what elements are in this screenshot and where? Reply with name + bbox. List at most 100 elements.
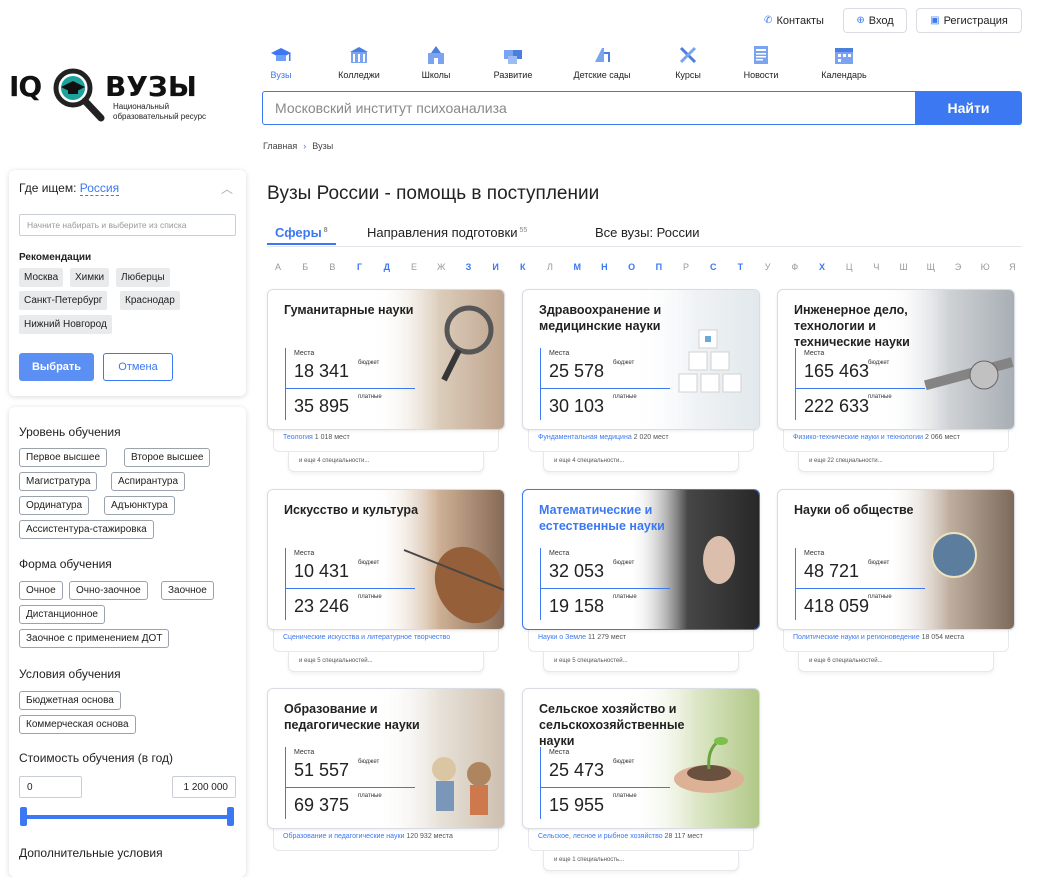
tab-all-universities[interactable]: Все вузы: России bbox=[595, 225, 700, 240]
card-specialty[interactable]: Теология 1 018 мест bbox=[273, 430, 499, 452]
specialty-link[interactable]: Политические науки и регионоведение bbox=[793, 634, 920, 641]
cost-min-input[interactable]: 0 bbox=[19, 776, 82, 798]
paid-label: платные bbox=[868, 594, 892, 600]
page-title: Вузы России - помощь в поступлении bbox=[267, 183, 600, 204]
alphabet-letter[interactable]: И bbox=[489, 262, 503, 272]
alphabet-letter[interactable]: О bbox=[625, 262, 639, 272]
specialty-link[interactable]: Науки о Земле bbox=[538, 634, 586, 641]
nav-label: Вузы bbox=[270, 70, 292, 80]
condition-chip[interactable]: Коммерческая основа bbox=[19, 715, 136, 734]
cancel-button[interactable]: Отмена bbox=[103, 353, 173, 381]
form-chip[interactable]: Заочное с применением ДОТ bbox=[19, 629, 170, 648]
level-chip[interactable]: Магистратура bbox=[19, 472, 98, 491]
card-specialty[interactable]: Сценические искусства и литературное тво… bbox=[273, 630, 499, 652]
specialty-link[interactable]: Сельское, лесное и рыбное хозяйство bbox=[538, 833, 663, 840]
sphere-card[interactable]: Образование и педагогические науки Места 5… bbox=[267, 688, 505, 829]
more-specialties[interactable]: и еще 5 специальностей... bbox=[288, 652, 484, 672]
nav-item-1[interactable]: Колледжи bbox=[335, 44, 383, 86]
login-button[interactable]: ⊕ Вход bbox=[843, 8, 907, 33]
search-button[interactable]: Найти bbox=[915, 91, 1022, 125]
card-specialty[interactable]: Физико-технические науки и технологии 2 … bbox=[783, 430, 1009, 452]
level-chip[interactable]: Второе высшее bbox=[124, 448, 211, 467]
sphere-card[interactable]: Инженерное дело, технологии и технически… bbox=[777, 289, 1015, 430]
alphabet-letter[interactable]: З bbox=[461, 262, 475, 272]
card-specialty[interactable]: Фундаментальная медицина 2 020 мест bbox=[528, 430, 754, 452]
card-specialty[interactable]: Сельское, лесное и рыбное хозяйство 28 1… bbox=[528, 829, 754, 851]
alphabet-letter[interactable]: Н bbox=[597, 262, 611, 272]
rec-chip[interactable]: Санкт-Петербург bbox=[19, 291, 108, 310]
nav-item-0[interactable]: Вузы bbox=[264, 44, 298, 86]
alphabet-letter[interactable]: Д bbox=[380, 262, 394, 272]
nav-item-2[interactable]: Школы bbox=[419, 44, 453, 86]
level-chip[interactable]: Адъюнктура bbox=[104, 496, 175, 515]
places-label: Места bbox=[549, 749, 570, 756]
location-search-input[interactable]: Начните набирать и выберите из списка bbox=[19, 214, 236, 236]
sphere-card[interactable]: Здравоохранение и медицинские науки Места… bbox=[522, 289, 760, 430]
level-chip[interactable]: Ординатура bbox=[19, 496, 90, 515]
rec-chip[interactable]: Москва bbox=[19, 268, 64, 287]
nav-item-6[interactable]: Новости bbox=[742, 44, 780, 86]
form-chip[interactable]: Очное bbox=[19, 581, 63, 600]
nav-item-4[interactable]: Детские сады bbox=[570, 44, 634, 86]
more-specialties[interactable]: и еще 1 специальность... bbox=[543, 851, 739, 871]
more-specialties[interactable]: и еще 22 специальности... bbox=[798, 452, 994, 472]
contacts-link[interactable]: ✆ Контакты bbox=[752, 8, 836, 33]
alphabet-letter[interactable]: К bbox=[516, 262, 530, 272]
nav-item-3[interactable]: Развитие bbox=[492, 44, 534, 86]
rec-chip[interactable]: Люберцы bbox=[116, 268, 170, 287]
specialty-link[interactable]: Теология bbox=[283, 434, 313, 441]
sphere-card[interactable]: Сельское хозяйство и сельскохозяйственны… bbox=[522, 688, 760, 829]
alphabet-letter[interactable]: С bbox=[706, 262, 720, 272]
specialty-link[interactable]: Сценические искусства и литературное тво… bbox=[283, 634, 450, 641]
sphere-card[interactable]: Науки об обществе Места 48 721 бюджет 418 05… bbox=[777, 489, 1015, 630]
more-specialties[interactable]: и еще 4 специальности... bbox=[288, 452, 484, 472]
alphabet-letter[interactable]: Х bbox=[815, 262, 829, 272]
level-chip[interactable]: Первое высшее bbox=[19, 448, 108, 467]
more-specialties[interactable]: и еще 5 специальностей... bbox=[543, 652, 739, 672]
form-chip[interactable]: Заочное bbox=[161, 581, 214, 600]
specialty-link[interactable]: Фундаментальная медицина bbox=[538, 434, 632, 441]
select-button[interactable]: Выбрать bbox=[19, 353, 94, 381]
rec-chip[interactable]: Химки bbox=[70, 268, 110, 287]
nav-item-5[interactable]: Курсы bbox=[672, 44, 704, 86]
sphere-card[interactable]: Искусство и культура Места 10 431 бюджет 23 … bbox=[267, 489, 505, 630]
level-chip[interactable]: Ассистентура-стажировка bbox=[19, 520, 154, 539]
cost-slider-max-handle[interactable] bbox=[227, 807, 234, 826]
paid-label: платные bbox=[613, 594, 637, 600]
alphabet-letter[interactable]: Г bbox=[353, 262, 367, 272]
condition-chip[interactable]: Бюджетная основа bbox=[19, 691, 121, 710]
level-chip[interactable]: Аспирантура bbox=[111, 472, 186, 491]
specialty-link[interactable]: Физико-технические науки и технологии bbox=[793, 434, 923, 441]
specialty-link[interactable]: Образование и педагогические науки bbox=[283, 833, 404, 840]
cost-slider-track[interactable] bbox=[23, 815, 233, 819]
site-logo[interactable]: IQ ВУЗЫ Национальный образовательный рес… bbox=[9, 64, 219, 124]
form-chip[interactable]: Очно-заочное bbox=[69, 581, 148, 600]
alphabet-letter[interactable]: М bbox=[570, 262, 584, 272]
nav-item-7[interactable]: Календарь bbox=[819, 44, 869, 86]
card-specialty[interactable]: Политические науки и регионоведение 18 0… bbox=[783, 630, 1009, 652]
playground-icon bbox=[595, 48, 610, 62]
alphabet-letter[interactable]: Т bbox=[733, 262, 747, 272]
register-button[interactable]: ▣ Регистрация bbox=[916, 8, 1022, 33]
sphere-card[interactable]: Математические и естественные науки Места… bbox=[522, 489, 760, 630]
alphabet-letter[interactable]: П bbox=[652, 262, 666, 272]
breadcrumb-home[interactable]: Главная bbox=[263, 141, 297, 151]
rec-chip[interactable]: Краснодар bbox=[120, 291, 180, 310]
more-specialties[interactable]: и еще 4 специальности... bbox=[543, 452, 739, 472]
cost-slider-min-handle[interactable] bbox=[20, 807, 27, 826]
recommendations-title: Рекомендации bbox=[19, 252, 92, 263]
location-value[interactable]: Россия bbox=[79, 181, 120, 196]
card-specialty[interactable]: Науки о Земле 11 279 мест bbox=[528, 630, 754, 652]
tab-directions[interactable]: Направления подготовки 55 bbox=[367, 225, 527, 240]
chevron-up-icon[interactable]: ︿ bbox=[221, 180, 233, 197]
search-input[interactable]: Московский институт психоанализа bbox=[262, 91, 916, 125]
tab-spheres[interactable]: Сферы 8 bbox=[267, 225, 336, 245]
sphere-card[interactable]: Гуманитарные науки Места 18 341 бюджет 35 89… bbox=[267, 289, 505, 430]
rec-chip[interactable]: Нижний Новгород bbox=[19, 315, 112, 334]
card-specialty[interactable]: Образование и педагогические науки 120 9… bbox=[273, 829, 499, 851]
alphabet-letter: Ж bbox=[437, 262, 446, 272]
more-specialties[interactable]: и еще 6 специальностей... bbox=[798, 652, 994, 672]
budget-count: 165 463 bbox=[804, 361, 870, 381]
cost-max-input[interactable]: 1 200 000 bbox=[172, 776, 236, 798]
form-chip[interactable]: Дистанционное bbox=[19, 605, 105, 624]
